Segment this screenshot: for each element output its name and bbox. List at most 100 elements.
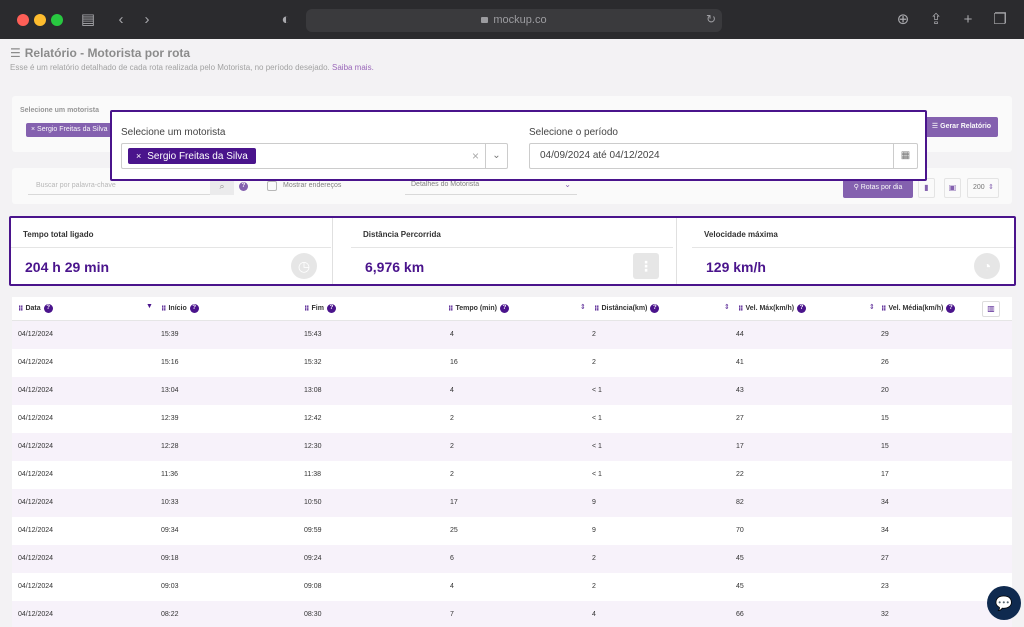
drag-handle-icon[interactable]: ⠿ — [594, 305, 600, 313]
calendar-icon[interactable]: ▦ — [893, 144, 917, 168]
sort-icon[interactable]: ⇕ — [869, 303, 875, 311]
table-cell: 04/12/2024 — [18, 387, 54, 394]
table-cell: 20 — [881, 387, 889, 394]
drag-handle-icon[interactable]: ⠿ — [881, 305, 887, 313]
drag-handle-icon[interactable]: ⠿ — [304, 305, 310, 313]
driver-chip-text: Sergio Freitas da Silva — [147, 151, 248, 162]
export-excel-button[interactable]: ▣ — [944, 178, 961, 198]
sort-desc-icon[interactable]: ▼ — [146, 303, 153, 310]
clear-icon[interactable]: × — [472, 149, 479, 163]
details-select-value: Detalhes do Motorista — [411, 181, 480, 188]
close-window-button[interactable] — [17, 14, 29, 26]
table-cell: 45 — [736, 583, 744, 590]
maximize-window-button[interactable] — [51, 14, 63, 26]
table-cell: 34 — [881, 499, 889, 506]
stat-value: 129 km/h — [706, 259, 766, 275]
table-cell: 15:39 — [161, 331, 179, 338]
columns-toggle-button[interactable]: ▥ — [982, 301, 1000, 317]
col-header-avg-speed[interactable]: ⠿ Vel. Média(km/h)? — [881, 304, 956, 313]
table-cell: 9 — [592, 527, 596, 534]
show-addresses-checkbox[interactable] — [267, 181, 277, 191]
table-row[interactable]: 04/12/2024 15:39 15:43 4 2 44 29 — [12, 321, 1012, 349]
table-cell: 04/12/2024 — [18, 499, 54, 506]
generate-report-label: Gerar Relatório — [940, 123, 992, 130]
table-row[interactable]: 04/12/2024 12:28 12:30 2 < 1 17 15 — [12, 433, 1012, 461]
period-date-range[interactable]: 04/09/2024 até 04/12/2024 ▦ — [529, 143, 918, 169]
routes-per-day-button[interactable]: ⚲ Rotas por dia — [843, 178, 913, 198]
generate-report-button[interactable]: ☰ Gerar Relatório — [925, 117, 998, 137]
tabs-icon[interactable]: ❐ — [990, 10, 1010, 30]
help-icon[interactable]: ? — [650, 304, 660, 313]
stat-label: Tempo total ligado — [11, 218, 331, 248]
table-row[interactable]: 04/12/2024 15:16 15:32 16 2 41 26 — [12, 349, 1012, 377]
page-title: ☰ Relatório - Motorista por rota — [10, 46, 190, 60]
help-icon[interactable]: ? — [189, 304, 199, 313]
table-cell: 04/12/2024 — [18, 331, 54, 338]
table-cell: 09:03 — [161, 583, 179, 590]
download-icon[interactable]: ⊕ — [893, 10, 913, 30]
sort-arrows-icon: ⇕ — [988, 184, 994, 191]
forward-icon[interactable]: › — [137, 10, 157, 30]
new-tab-icon[interactable]: + — [958, 10, 978, 30]
drag-handle-icon[interactable]: ⠿ — [18, 305, 24, 313]
drag-handle-icon[interactable]: ⠿ — [161, 305, 167, 313]
lock-icon — [481, 17, 489, 23]
table-cell: 11:38 — [304, 471, 321, 478]
chevron-down-icon[interactable]: ⌄ — [485, 144, 507, 168]
sidebar-icon[interactable]: ▤ — [78, 10, 98, 30]
table-cell: 4 — [450, 583, 454, 590]
table-cell: 13:04 — [161, 387, 179, 394]
help-icon[interactable]: ? — [946, 304, 956, 313]
help-icon[interactable]: ? — [797, 304, 807, 313]
driver-label: Selecione um motorista — [121, 127, 226, 138]
chat-support-button[interactable]: 💬 — [987, 586, 1021, 620]
table-row[interactable]: 04/12/2024 08:22 08:30 7 4 66 32 — [12, 601, 1012, 627]
table-row[interactable]: 04/12/2024 09:18 09:24 6 2 45 27 — [12, 545, 1012, 573]
table-row[interactable]: 04/12/2024 09:34 09:59 25 9 70 34 — [12, 517, 1012, 545]
address-bar[interactable]: mockup.co ↻ — [306, 9, 722, 32]
table-row[interactable]: 04/12/2024 11:36 11:38 2 < 1 22 17 — [12, 461, 1012, 489]
help-icon[interactable]: ? — [239, 182, 248, 191]
col-header-date[interactable]: ⠿ Data? — [18, 304, 53, 313]
table-row[interactable]: 04/12/2024 13:04 13:08 4 < 1 43 20 — [12, 377, 1012, 405]
shield-icon[interactable]: ◐ — [276, 10, 296, 30]
back-icon[interactable]: ‹ — [111, 10, 131, 30]
table-cell: 04/12/2024 — [18, 583, 54, 590]
driver-chip[interactable]: × Sergio Freitas da Silva — [128, 148, 256, 164]
col-header-time[interactable]: ⠿ Tempo (min)? — [448, 304, 509, 313]
table-row[interactable]: 04/12/2024 10:33 10:50 17 9 82 34 — [12, 489, 1012, 517]
table-cell: 13:08 — [304, 387, 322, 394]
page-subtitle: Esse é um relatório detalhado de cada ro… — [10, 63, 374, 72]
reload-icon[interactable]: ↻ — [706, 12, 716, 26]
table-row[interactable]: 04/12/2024 12:39 12:42 2 < 1 27 15 — [12, 405, 1012, 433]
sort-icon[interactable]: ⇕ — [724, 303, 730, 311]
col-header-distance[interactable]: ⠿ Distância(km)? — [594, 304, 660, 313]
driver-chip-bg[interactable]: × Sergio Freitas da Silva — [26, 123, 113, 137]
sort-icon[interactable]: ⇕ — [580, 303, 586, 311]
share-icon[interactable]: ⇪ — [926, 10, 946, 30]
col-header-end[interactable]: ⠿ Fim? — [304, 304, 336, 313]
learn-more-link[interactable]: Saiba mais. — [332, 63, 374, 72]
col-header-label: Vel. Média(km/h) — [888, 305, 944, 312]
help-icon[interactable]: ? — [499, 304, 509, 313]
table-cell: 15 — [881, 415, 889, 422]
per-page-select[interactable]: 200 ⇕ — [967, 178, 999, 198]
col-header-max-speed[interactable]: ⠿ Vel. Máx(km/h)? — [738, 304, 807, 313]
remove-chip-icon[interactable]: × — [136, 151, 141, 161]
table-cell: 12:42 — [304, 415, 322, 422]
drag-handle-icon[interactable]: ⠿ — [448, 305, 454, 313]
table-cell: 34 — [881, 527, 889, 534]
table-cell: 32 — [881, 611, 889, 618]
drag-handle-icon[interactable]: ⠿ — [738, 305, 744, 313]
table-cell: 2 — [592, 331, 596, 338]
table-row[interactable]: 04/12/2024 09:03 09:08 4 2 45 23 — [12, 573, 1012, 601]
driver-select[interactable]: × Sergio Freitas da Silva × ⌄ — [121, 143, 508, 169]
date-separator: até — [592, 150, 607, 161]
export-pdf-button[interactable]: ▮ — [918, 178, 935, 198]
help-icon[interactable]: ? — [43, 304, 53, 313]
table-cell: 41 — [736, 359, 744, 366]
help-icon[interactable]: ? — [326, 304, 336, 313]
minimize-window-button[interactable] — [34, 14, 46, 26]
col-header-start[interactable]: ⠿ Início? — [161, 304, 199, 313]
stat-label: Distância Percorrida — [351, 218, 673, 248]
